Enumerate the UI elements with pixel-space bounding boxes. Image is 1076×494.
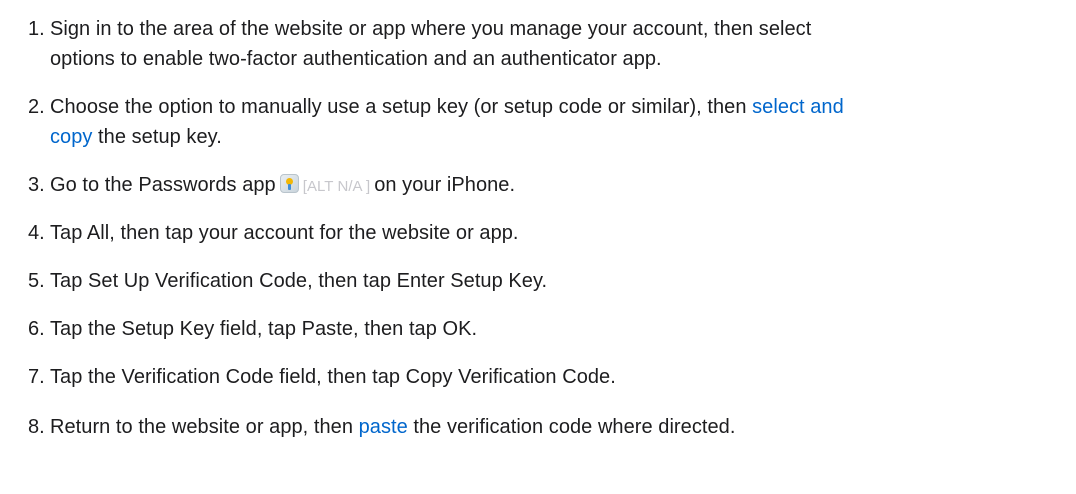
step-1: 1. Sign in to the area of the website or… xyxy=(28,14,1056,74)
step-3: 3. Go to the Passwords app [ALT N/A ] on y… xyxy=(28,170,1056,202)
alt-text-placeholder: [ALT N/A ] xyxy=(302,178,371,195)
step-text: Sign in to the area of the website or ap… xyxy=(50,14,1056,74)
step-number: 8. xyxy=(28,416,45,438)
select-and-copy-link-continued[interactable]: copy xyxy=(50,126,92,148)
step-6: 6. Tap the Setup Key field, tap Paste, t… xyxy=(28,314,1056,344)
step-text-line: Sign in to the area of the website or ap… xyxy=(50,18,812,40)
step-2: 2. Choose the option to manually use a s… xyxy=(28,92,1056,152)
step-text-segment: the verification code where directed. xyxy=(407,416,736,438)
step-number: 3. xyxy=(28,174,45,196)
step-number: 5. xyxy=(28,270,45,292)
step-text-segment: on your iPhone. xyxy=(374,174,516,196)
step-text: Tap Set Up Verification Code, then tap E… xyxy=(50,270,548,292)
step-text: Tap All, then tap your account for the w… xyxy=(50,222,519,244)
step-text: Return to the website or app, then paste… xyxy=(50,412,1056,442)
step-text: Tap the Setup Key field, tap Paste, then… xyxy=(50,318,478,340)
step-text-segment: Return to the website or app, then xyxy=(50,416,359,438)
step-4: 4. Tap All, then tap your account for th… xyxy=(28,218,1056,248)
step-number: 4. xyxy=(28,222,45,244)
step-number: 1. xyxy=(28,18,45,40)
step-number: 6. xyxy=(28,318,45,340)
paste-link[interactable]: paste xyxy=(359,416,408,438)
step-8: 8. Return to the website or app, then pa… xyxy=(28,412,1056,442)
step-text-line: options to enable two-factor authenticat… xyxy=(50,48,662,70)
step-text: Go to the Passwords app [ALT N/A ] on your… xyxy=(50,170,1056,202)
step-number: 7. xyxy=(28,366,45,388)
step-text: Choose the option to manually use a setu… xyxy=(50,92,1056,152)
select-and-copy-link[interactable]: select and xyxy=(752,96,844,118)
passwords-app-icon xyxy=(279,174,299,193)
step-number: 2. xyxy=(28,96,45,118)
step-5: 5. Tap Set Up Verification Code, then ta… xyxy=(28,266,1056,296)
step-text-segment: Go to the Passwords app xyxy=(50,174,276,196)
step-text-segment: the setup key. xyxy=(92,126,222,148)
step-7: 7. Tap the Verification Code field, then… xyxy=(28,362,1056,392)
step-text: Tap the Verification Code field, then ta… xyxy=(50,366,616,388)
step-text-segment: Choose the option to manually use a setu… xyxy=(50,96,753,118)
